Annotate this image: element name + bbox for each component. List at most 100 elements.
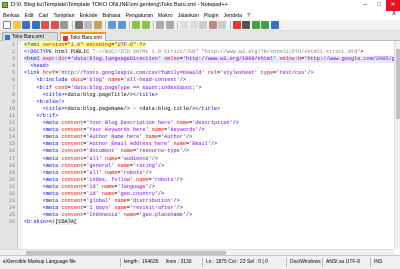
toolbar-separator — [177, 21, 178, 29]
find-icon[interactable] — [132, 21, 140, 29]
status-length: length : 164635 — [124, 259, 159, 265]
menu-pengaturan[interactable]: Pengaturan — [126, 13, 153, 19]
menu-berkas[interactable]: Berkas — [3, 13, 20, 19]
copy-icon[interactable] — [84, 21, 92, 29]
line-text: <meta content='id' name='language'/> — [42, 183, 155, 190]
menu-cari[interactable]: Cari — [39, 13, 49, 19]
replace-icon[interactable] — [141, 21, 150, 29]
maximize-button[interactable]: □ — [372, 0, 386, 11]
code-line[interactable]: 26 <b:skin><![CDATA[ — [9, 219, 394, 226]
paste-icon[interactable] — [93, 21, 102, 29]
code-area[interactable]: 1 <?xml version="1.0" encoding="UTF-8" ?>… — [9, 42, 394, 226]
code-line[interactable]: 1 <?xml version="1.0" encoding="UTF-8" ?> — [12, 42, 394, 49]
zoom-out-icon[interactable] — [165, 21, 174, 29]
close-all-icon[interactable] — [50, 21, 59, 29]
close-document-button[interactable]: X — [392, 11, 396, 17]
tab-toko-baru-2[interactable]: Toko Baru.xml — [60, 32, 106, 41]
line-number: 16 — [8, 148, 15, 155]
undo-icon[interactable] — [108, 21, 116, 29]
line-text: <title><data:blog.pageTitle/></title> — [42, 91, 158, 98]
toolbar-separator — [229, 21, 231, 29]
close-button[interactable]: ✕ — [386, 0, 400, 11]
word-wrap-icon[interactable] — [199, 21, 207, 29]
line-number: 23 — [8, 198, 15, 205]
play-macro-icon[interactable] — [251, 21, 260, 29]
save-icon[interactable] — [22, 21, 30, 29]
menu-plugin[interactable]: Plugin — [204, 13, 219, 19]
save-macro-icon[interactable] — [270, 21, 279, 29]
line-number: 12 — [8, 120, 15, 127]
code-line[interactable]: 24 <meta content='1 days' name='revisit-… — [9, 205, 394, 212]
tab-label: Toko Baru.xml — [12, 34, 44, 40]
zoom-in-icon[interactable] — [156, 21, 164, 29]
save-all-icon[interactable] — [31, 21, 40, 29]
menu-bar: Berkas Edit Cari Tampilan Enkode Bahasa … — [0, 11, 400, 20]
status-divider — [322, 258, 323, 267]
code-editor[interactable]: 1 <?xml version="1.0" encoding="UTF-8" ?>… — [0, 41, 394, 249]
fold-margin[interactable] — [18, 41, 23, 249]
cut-icon[interactable] — [74, 21, 83, 29]
menu-bahasa[interactable]: Bahasa — [103, 13, 121, 19]
line-number: 8 — [11, 91, 15, 98]
stop-macro-icon[interactable] — [242, 21, 250, 29]
line-text: <meta content='Author Name here' name='A… — [42, 134, 193, 141]
line-text: <link href='http://fonts.googleapis.com/… — [24, 70, 314, 77]
open-file-icon[interactable] — [12, 21, 21, 29]
code-line[interactable]: 14 <meta content='Author Name here' name… — [9, 134, 394, 141]
line-text: <head> — [30, 63, 49, 70]
record-macro-icon[interactable] — [232, 21, 241, 29]
sync-v-icon[interactable] — [180, 21, 188, 29]
line-text: <meta content='Your Blog Description her… — [42, 120, 239, 127]
code-line[interactable]: 17 <meta content='all' name='audience'/> — [9, 156, 394, 163]
code-line[interactable]: 19 <meta content='all' name='robots'/> — [9, 170, 394, 177]
code-line[interactable]: 25 <meta content='Indonesia' name='geo.p… — [9, 212, 394, 219]
menu-jendela[interactable]: Jendela — [224, 13, 243, 19]
code-line[interactable]: 2 <!DOCTYPE html PUBLIC "-//W3C//DTD XHTM… — [12, 49, 394, 56]
line-text: <b:if cond='data:blog.pageType == &quot;… — [36, 84, 202, 91]
redo-icon[interactable] — [117, 21, 126, 29]
code-line[interactable]: 3 <html expr:dir='data:blog.languageDirec… — [12, 56, 394, 64]
close-file-icon[interactable] — [41, 21, 49, 29]
vertical-scroll-thumb[interactable] — [396, 49, 400, 119]
new-file-icon[interactable] — [3, 21, 11, 29]
minimize-button[interactable]: ─ — [358, 0, 372, 11]
code-line[interactable]: 22 <meta content='id' name='geo.country'… — [9, 191, 394, 198]
menu-help[interactable]: ? — [247, 13, 250, 19]
vertical-scrollbar[interactable] — [394, 41, 400, 249]
print-icon[interactable] — [60, 21, 68, 29]
toolbar-separator — [129, 21, 130, 29]
sync-h-icon[interactable] — [189, 21, 198, 29]
code-line[interactable]: 18 <meta content='general' name='rating'… — [9, 163, 394, 170]
line-text: </b:if> — [36, 112, 59, 119]
code-line[interactable]: 20 <meta content='index, follow' name='r… — [9, 177, 394, 184]
status-bar: eXtensible Markup Language file length :… — [0, 255, 400, 269]
menu-tampilan[interactable]: Tampilan — [53, 13, 74, 19]
code-line[interactable]: 10 <title><data:blog.pageName/> - <data:… — [9, 106, 394, 113]
code-line[interactable]: 7 <b:if cond='data:blog.pageType == &quo… — [12, 84, 394, 92]
show-all-chars-icon[interactable] — [208, 21, 217, 29]
tab-toko-baru-1[interactable]: Toko Baru.xml — [2, 32, 58, 41]
code-line[interactable]: 15 <meta content='Author Email Address h… — [9, 141, 394, 148]
menu-enkode[interactable]: Enkode — [80, 13, 98, 19]
code-line[interactable]: 9 <b:else/> — [12, 99, 394, 106]
code-line[interactable]: 13 <meta content='Your Keywords here' na… — [9, 127, 394, 134]
play-multiple-icon[interactable] — [261, 21, 269, 29]
code-line[interactable]: 5 <link href='http://fonts.googleapis.com… — [12, 70, 394, 77]
code-line[interactable]: 23 <meta content='global' name='distribu… — [9, 198, 394, 205]
menu-edit[interactable]: Edit — [25, 13, 34, 19]
menu-makro[interactable]: Makro — [158, 13, 173, 19]
code-line[interactable]: 6 <b:include data='blog' name='all-head-… — [12, 77, 394, 84]
line-text: <meta content='1 days' name='revisit-aft… — [42, 205, 183, 212]
indent-guide-icon[interactable] — [218, 21, 226, 29]
line-text: <b:include data='blog' name='all-head-co… — [36, 77, 186, 84]
code-line[interactable]: 16 <meta content='document' name='resour… — [9, 148, 394, 155]
status-filetype: eXtensible Markup Language file — [3, 259, 76, 265]
code-line[interactable]: 4 <head> — [12, 63, 394, 70]
code-line[interactable]: 8 <title><data:blog.pageTitle/></title> — [12, 91, 394, 99]
code-line[interactable]: 11 </b:if> — [9, 112, 394, 120]
status-divider — [286, 258, 287, 267]
menu-jalankan[interactable]: Jalankan — [178, 13, 199, 19]
code-line[interactable]: 21 <meta content='id' name='language'/> — [9, 183, 394, 191]
code-line[interactable]: 12 <meta content='Your Blog Description … — [9, 120, 394, 127]
line-text: <meta content='Indonesia' name='geo.plac… — [42, 212, 193, 219]
